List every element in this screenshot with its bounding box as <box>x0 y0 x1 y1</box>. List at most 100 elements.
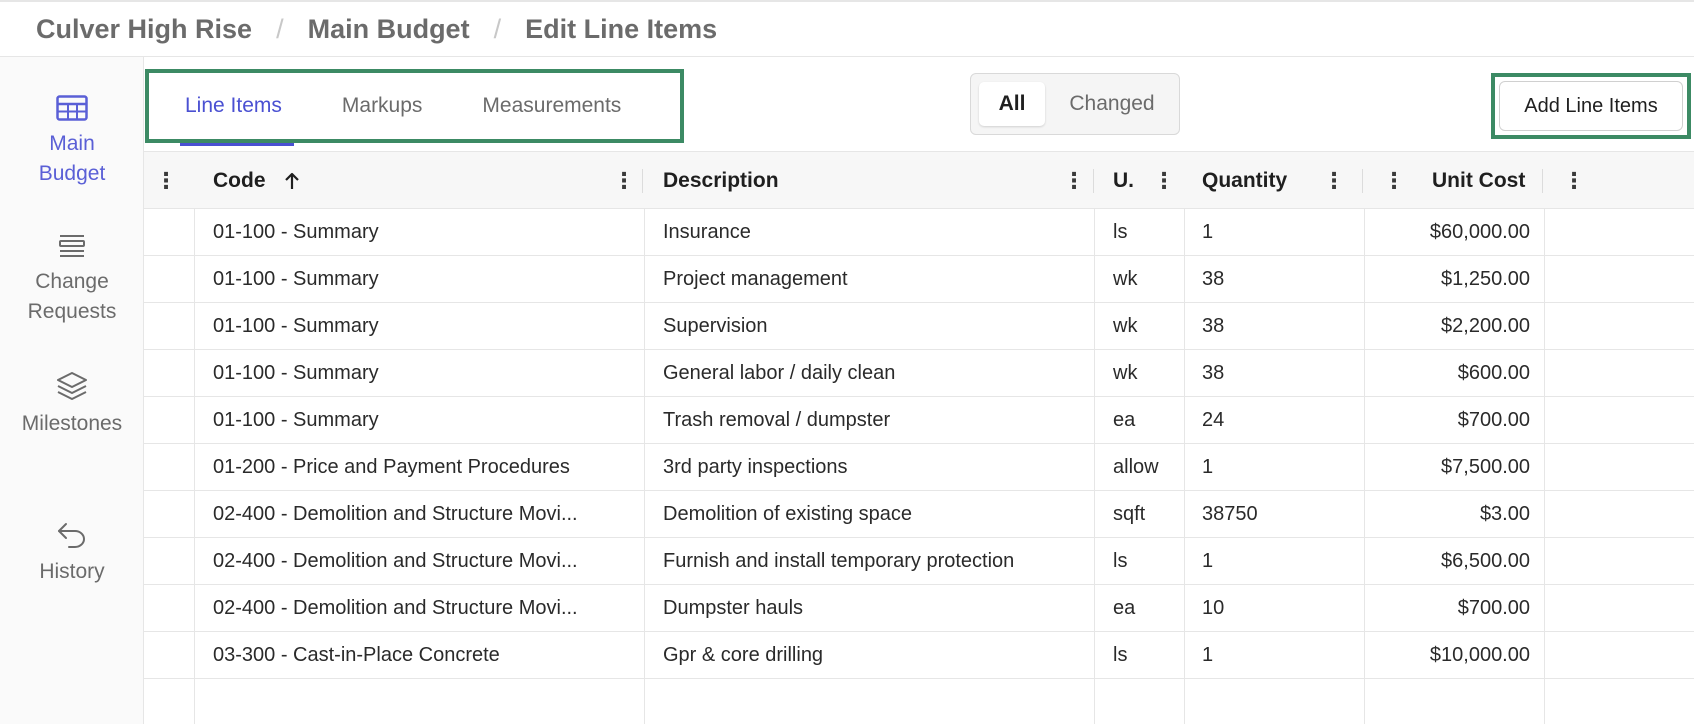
cell-description[interactable]: Demolition of existing space <box>663 491 1083 538</box>
active-tab-indicator <box>180 143 294 146</box>
sidebar-item-label: Requests <box>27 300 117 323</box>
breadcrumb-item-project[interactable]: Culver High Rise <box>36 14 252 45</box>
cell-description[interactable]: Gpr & core drilling <box>663 632 1083 679</box>
tab-measurements[interactable]: Measurements <box>482 73 621 139</box>
table-row[interactable]: 01-100 - Summary Supervision wk 38 $2,20… <box>144 303 1694 350</box>
cell-unit-cost[interactable]: $60,000.00 <box>1374 209 1530 256</box>
table-header: ⋮ Code ⋮ Description ⋮ U. ⋮ Quantity ⋮ ⋮… <box>144 151 1694 209</box>
cell-quantity[interactable]: 1 <box>1202 632 1352 679</box>
cell-quantity[interactable]: 38 <box>1202 350 1352 397</box>
cell-quantity[interactable]: 1 <box>1202 444 1352 491</box>
cell-unit-cost[interactable]: $700.00 <box>1374 585 1530 632</box>
breadcrumb-item-budget[interactable]: Main Budget <box>308 14 470 45</box>
cell-code[interactable]: 03-300 - Cast-in-Place Concrete <box>213 632 633 679</box>
cell-description[interactable]: Furnish and install temporary protection <box>663 538 1083 585</box>
cell-unit-cost[interactable]: $7,500.00 <box>1374 444 1530 491</box>
cell-quantity[interactable]: 38 <box>1202 303 1352 350</box>
sidebar-item-history[interactable]: History <box>0 521 144 587</box>
cell-unit[interactable]: ea <box>1113 585 1178 632</box>
cell-code[interactable]: 01-100 - Summary <box>213 209 633 256</box>
table-row[interactable]: 01-100 - Summary Project management wk 3… <box>144 256 1694 303</box>
cell-unit[interactable]: wk <box>1113 350 1178 397</box>
cell-unit-cost[interactable]: $1,250.00 <box>1374 256 1530 303</box>
cell-unit-cost[interactable]: $6,500.00 <box>1374 538 1530 585</box>
filter-changed-button[interactable]: Changed <box>1053 82 1171 126</box>
undo-arrow-icon <box>58 523 85 548</box>
cell-code[interactable]: 01-100 - Summary <box>213 350 633 397</box>
cell-unit-cost[interactable]: $10,000.00 <box>1374 632 1530 679</box>
cell-unit[interactable]: wk <box>1113 303 1178 350</box>
column-header-unit[interactable]: U. <box>1113 152 1134 210</box>
cell-unit-cost[interactable]: $700.00 <box>1374 397 1530 444</box>
column-header-quantity[interactable]: Quantity <box>1202 152 1287 210</box>
cell-code[interactable]: 02-400 - Demolition and Structure Movi..… <box>213 538 633 585</box>
cell-code[interactable]: 02-400 - Demolition and Structure Movi..… <box>213 491 633 538</box>
column-resize-handle[interactable] <box>1093 169 1094 193</box>
cell-unit[interactable]: wk <box>1113 256 1178 303</box>
sidebar-item-change-requests[interactable]: Change Requests <box>0 233 144 327</box>
tab-line-items[interactable]: Line Items <box>185 73 282 139</box>
table-row[interactable]: 03-300 - Cast-in-Place Concrete Gpr & co… <box>144 632 1694 679</box>
column-resize-handle[interactable] <box>1542 169 1543 193</box>
table-icon <box>56 95 88 121</box>
column-resize-handle[interactable] <box>1362 169 1363 193</box>
cell-unit[interactable]: ls <box>1113 538 1178 585</box>
cell-quantity[interactable]: 10 <box>1202 585 1352 632</box>
column-menu-icon[interactable]: ⋮ <box>613 152 635 210</box>
column-header-code[interactable]: Code <box>213 152 300 210</box>
table-row[interactable]: 01-100 - Summary Trash removal / dumpste… <box>144 397 1694 444</box>
table-row[interactable]: 01-200 - Price and Payment Procedures 3r… <box>144 444 1694 491</box>
sidebar-item-main-budget[interactable]: Main Budget <box>0 95 144 189</box>
cell-description[interactable]: 3rd party inspections <box>663 444 1083 491</box>
sidebar-item-label: Budget <box>38 162 106 185</box>
cell-description[interactable]: Supervision <box>663 303 1083 350</box>
column-header-description[interactable]: Description <box>663 152 779 210</box>
column-menu-icon[interactable]: ⋮ <box>1383 152 1405 210</box>
add-line-items-button[interactable]: Add Line Items <box>1499 81 1683 131</box>
cell-description[interactable]: Dumpster hauls <box>663 585 1083 632</box>
column-menu-icon[interactable]: ⋮ <box>1563 152 1585 210</box>
cell-description[interactable]: Project management <box>663 256 1083 303</box>
column-resize-handle[interactable] <box>642 169 643 193</box>
table-row[interactable]: 02-400 - Demolition and Structure Movi..… <box>144 538 1694 585</box>
cell-code[interactable]: 02-400 - Demolition and Structure Movi..… <box>213 585 633 632</box>
cell-unit-cost[interactable]: $600.00 <box>1374 350 1530 397</box>
cell-quantity[interactable]: 38750 <box>1202 491 1352 538</box>
cell-unit[interactable]: ea <box>1113 397 1178 444</box>
sidebar-item-label: Milestones <box>21 412 123 435</box>
table-row[interactable]: 01-100 - Summary General labor / daily c… <box>144 350 1694 397</box>
stack-lines-icon <box>59 235 85 257</box>
breadcrumb-separator: / <box>276 13 284 44</box>
column-menu-icon[interactable]: ⋮ <box>1063 152 1085 210</box>
cell-description[interactable]: Trash removal / dumpster <box>663 397 1083 444</box>
table-row[interactable]: 02-400 - Demolition and Structure Movi..… <box>144 491 1694 538</box>
column-menu-icon[interactable]: ⋮ <box>1323 152 1345 210</box>
cell-unit-cost[interactable]: $3.00 <box>1374 491 1530 538</box>
cell-code[interactable]: 01-100 - Summary <box>213 397 633 444</box>
main-content: Line Items Markups Measurements All Chan… <box>144 57 1694 724</box>
cell-unit[interactable]: allow <box>1113 444 1178 491</box>
cell-unit-cost[interactable]: $2,200.00 <box>1374 303 1530 350</box>
cell-description[interactable]: General labor / daily clean <box>663 350 1083 397</box>
cell-quantity[interactable]: 1 <box>1202 538 1352 585</box>
filter-all-button[interactable]: All <box>979 82 1045 126</box>
cell-description[interactable]: Insurance <box>663 209 1083 256</box>
breadcrumb-item-current: Edit Line Items <box>525 13 718 44</box>
column-header-unit-cost[interactable]: Unit Cost <box>1432 152 1525 210</box>
tab-markups[interactable]: Markups <box>342 73 423 139</box>
breadcrumb: Culver High Rise / Main Budget / Edit Li… <box>0 0 1694 57</box>
cell-unit[interactable]: ls <box>1113 209 1178 256</box>
cell-code[interactable]: 01-200 - Price and Payment Procedures <box>213 444 633 491</box>
sidebar-item-milestones[interactable]: Milestones <box>0 371 144 439</box>
column-menu-icon[interactable]: ⋮ <box>1153 152 1175 210</box>
cell-code[interactable]: 01-100 - Summary <box>213 303 633 350</box>
table-row[interactable]: 01-100 - Summary Insurance ls 1 $60,000.… <box>144 209 1694 256</box>
column-menu-icon[interactable]: ⋮ <box>155 152 177 210</box>
cell-unit[interactable]: sqft <box>1113 491 1178 538</box>
table-row[interactable]: 02-400 - Demolition and Structure Movi..… <box>144 585 1694 632</box>
cell-unit[interactable]: ls <box>1113 632 1178 679</box>
cell-quantity[interactable]: 24 <box>1202 397 1352 444</box>
cell-quantity[interactable]: 38 <box>1202 256 1352 303</box>
cell-code[interactable]: 01-100 - Summary <box>213 256 633 303</box>
cell-quantity[interactable]: 1 <box>1202 209 1352 256</box>
